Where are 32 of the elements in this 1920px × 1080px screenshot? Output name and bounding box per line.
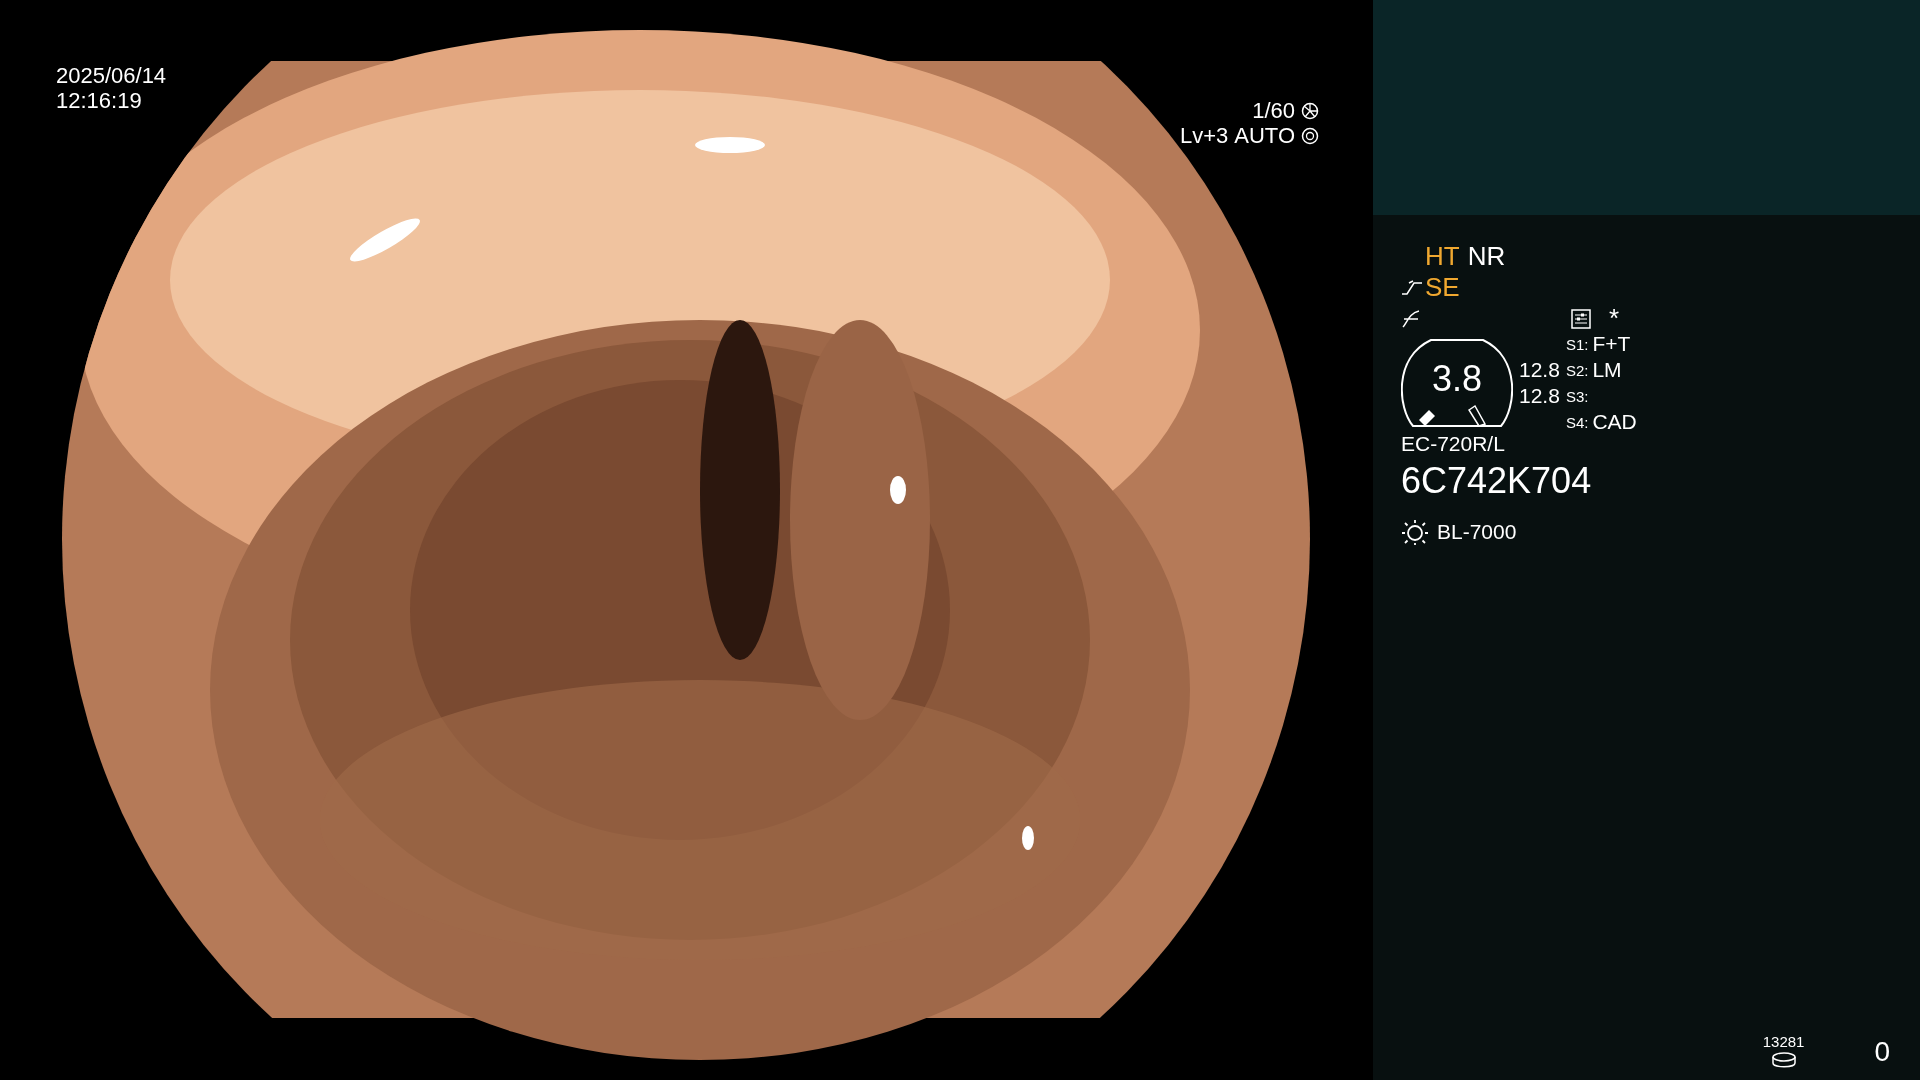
switch-value: F+T bbox=[1592, 332, 1632, 356]
curve-icon bbox=[1401, 279, 1423, 296]
switch-key: S1: bbox=[1565, 335, 1589, 353]
enhance-label: SE bbox=[1425, 272, 1460, 303]
iris-text: AUTO bbox=[1234, 123, 1295, 148]
switch-key: S2: bbox=[1565, 361, 1589, 379]
reading-text: 12.8 bbox=[1519, 358, 1560, 382]
zoom-value: 3.8 bbox=[1431, 358, 1482, 400]
freeze-icon bbox=[1401, 308, 1421, 329]
storage-count: 13281 bbox=[1762, 1033, 1805, 1050]
mode-label: HT bbox=[1425, 241, 1460, 272]
settings-panel-icon bbox=[1571, 308, 1591, 329]
brightness-text: Lv+3 bbox=[1179, 123, 1229, 148]
light-source-text: BL-7000 bbox=[1437, 520, 1517, 544]
mode-label: NR bbox=[1467, 241, 1506, 272]
switch-key: S4: bbox=[1565, 413, 1589, 431]
shutter-text: 1/60 bbox=[1252, 98, 1295, 123]
disk-icon bbox=[1770, 1052, 1797, 1068]
date-text: 2025/06/14 bbox=[56, 63, 167, 88]
time-text: 12:16:19 bbox=[56, 88, 142, 113]
aperture-icon bbox=[1301, 126, 1319, 145]
switch-value: CAD bbox=[1592, 410, 1637, 434]
marker-text: * bbox=[1609, 303, 1620, 334]
light-icon bbox=[1401, 518, 1429, 546]
serial-number: 6C742K704 bbox=[1401, 460, 1593, 502]
switch-key: S3: bbox=[1565, 387, 1589, 405]
counter-text: 0 bbox=[1874, 1036, 1890, 1068]
switch-value: LM bbox=[1592, 358, 1623, 382]
scope-model: EC-720R/L bbox=[1401, 432, 1506, 456]
reading-text: 12.8 bbox=[1519, 384, 1560, 408]
shutter-icon bbox=[1301, 101, 1319, 120]
gauge-outline-icon bbox=[1401, 338, 1513, 428]
